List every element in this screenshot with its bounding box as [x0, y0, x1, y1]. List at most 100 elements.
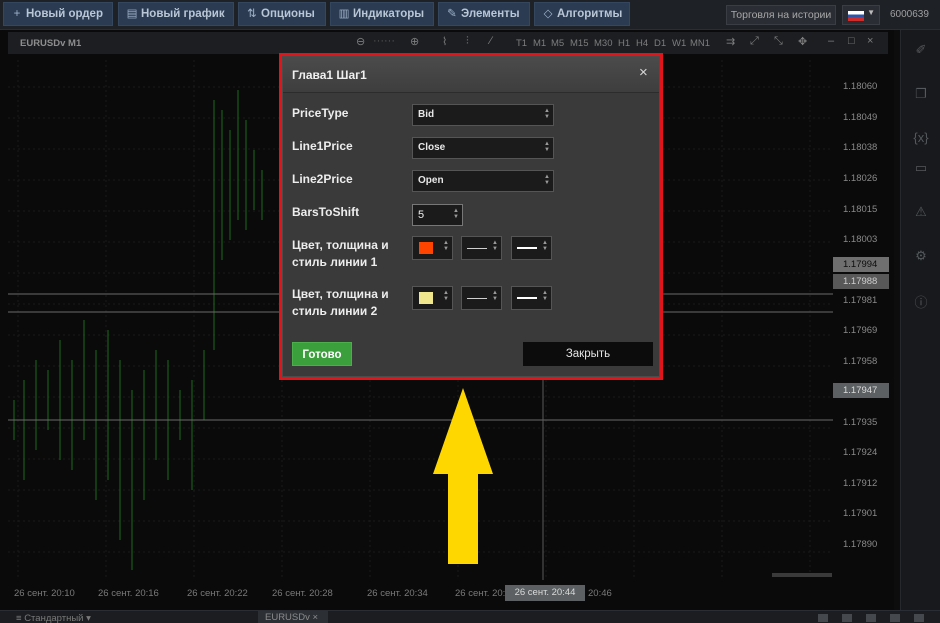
tf-m1[interactable]: M1	[533, 38, 546, 49]
variables-icon[interactable]: {x}	[913, 130, 929, 146]
line1-price-label: Line1Price	[292, 139, 353, 153]
zoom-in-icon[interactable]: ⊕	[410, 35, 419, 48]
layout-rows-icon[interactable]	[890, 614, 900, 622]
price-label: 1.17958	[843, 356, 878, 367]
layout-columns-icon[interactable]	[866, 614, 876, 622]
line2-price-select[interactable]: Open ▲ ▼	[412, 170, 554, 192]
select-arrows-icon: ▲ ▼	[542, 240, 548, 252]
stepper-arrows-icon[interactable]: ▲ ▼	[453, 208, 459, 220]
tf-h4[interactable]: H4	[636, 38, 648, 49]
tf-mn1[interactable]: MN1	[690, 38, 710, 49]
select-arrows-icon: ▲ ▼	[544, 174, 550, 186]
price-label: 1.18038	[843, 142, 878, 153]
trendline-icon[interactable]: ∕	[490, 35, 492, 47]
right-tool-panel: ✐ ❐ {x} ▭ ⚠ ⚙ ⓘ	[900, 30, 940, 610]
price-label: 1.18015	[843, 204, 878, 215]
line2-color-swatch	[419, 292, 433, 304]
history-trading-button[interactable]: Торговля на истории	[726, 5, 836, 25]
options-button[interactable]: ⇅ Опционы	[238, 2, 326, 26]
layout-grid-icon[interactable]	[842, 614, 852, 622]
line2-width-select[interactable]: ▲ ▼	[461, 286, 502, 310]
line2-price-label: Line2Price	[292, 172, 353, 186]
line1-color-swatch	[419, 242, 433, 254]
gear-icon[interactable]: ⚙	[913, 248, 929, 264]
template-select[interactable]: ≡ Стандартный ▾	[16, 613, 91, 623]
line1-color-picker[interactable]: ▲ ▼	[412, 236, 453, 260]
tf-h1[interactable]: H1	[618, 38, 630, 49]
chevron-down-icon: ▼	[867, 8, 875, 17]
bars-to-shift-input[interactable]: 5 ▲ ▼	[412, 204, 463, 226]
tf-t1[interactable]: T1	[516, 38, 527, 49]
flag-icon	[848, 11, 864, 21]
bars-to-shift-label: BarsToShift	[292, 205, 360, 219]
expand-icon[interactable]: ✥	[798, 35, 807, 48]
language-select[interactable]: ▼	[842, 5, 880, 25]
annotation-arrow-icon	[433, 388, 493, 564]
line1-style-label: Цвет, толщина и стиль линии 1	[292, 238, 389, 269]
select-arrows-icon: ▲ ▼	[544, 108, 550, 120]
chart-tab[interactable]: EURUSDv ×	[258, 611, 328, 623]
tf-m5[interactable]: M5	[551, 38, 564, 49]
select-arrows-icon: ▲ ▼	[443, 290, 449, 302]
maximize-icon[interactable]: □	[848, 35, 855, 47]
new-order-button[interactable]: + Новый ордер	[3, 2, 113, 26]
layout-single-icon[interactable]	[818, 614, 828, 622]
tf-d1[interactable]: D1	[654, 38, 666, 49]
tf-m30[interactable]: M30	[594, 38, 612, 49]
line2-style-label: Цвет, толщина и стиль линии 2	[292, 287, 389, 318]
new-chart-button[interactable]: ▤ Новый график	[118, 2, 234, 26]
line-width-icon	[467, 248, 487, 249]
line1-price-select[interactable]: Close ▲ ▼	[412, 137, 554, 159]
close-chart-icon[interactable]: ×	[867, 35, 873, 47]
price-label: 1.18060	[843, 81, 878, 92]
warning-icon[interactable]: ⚠	[913, 204, 929, 220]
minimize-icon[interactable]: –	[828, 35, 834, 47]
price-label: 1.18026	[843, 173, 878, 184]
line1-width-select[interactable]: ▲ ▼	[461, 236, 502, 260]
price-label: 1.17981	[843, 295, 878, 306]
line2-color-picker[interactable]: ▲ ▼	[412, 286, 453, 310]
select-arrows-icon: ▲ ▼	[492, 290, 498, 302]
chart-icon: ▤	[126, 8, 138, 20]
cursor-icon[interactable]: ⌇	[442, 35, 447, 48]
algorithms-icon: ◇	[543, 8, 553, 20]
dialog-title: Глава1 Шаг1	[292, 68, 367, 82]
line-style-icon	[517, 247, 537, 249]
layout-tabs-icon[interactable]	[914, 614, 924, 622]
close-button[interactable]: Закрыть	[523, 342, 653, 366]
line1-style-select[interactable]: ▲ ▼	[511, 236, 552, 260]
bottom-bar: ≡ Стандартный ▾ EURUSDv ×	[0, 610, 940, 623]
info-icon[interactable]: ⓘ	[913, 292, 929, 310]
indicator-settings-icon[interactable]: ⇉	[726, 35, 735, 48]
tf-m15[interactable]: M15	[570, 38, 588, 49]
copy-icon[interactable]: ❐	[913, 86, 929, 102]
eraser-icon[interactable]: ✐	[913, 42, 929, 58]
price-label: 1.17969	[843, 325, 878, 336]
elements-button[interactable]: ✎ Элементы	[438, 2, 530, 26]
terminal-icon[interactable]: ▭	[913, 160, 929, 176]
draw-icon[interactable]: ⤢	[750, 35, 759, 48]
indicators-button[interactable]: ▥ Индикаторы	[330, 2, 434, 26]
period-separator-icon[interactable]: ⫶	[466, 35, 469, 48]
zoom-out-icon[interactable]: ⊖	[356, 35, 365, 48]
select-arrows-icon: ▲ ▼	[492, 240, 498, 252]
tf-w1[interactable]: W1	[672, 38, 686, 49]
chart-header: EURUSDv M1 ⊖ ······ ⊕ ⌇ ⫶ ∕ T1 M1 M5 M15…	[8, 32, 888, 54]
time-label: 26 сент. 20:22	[187, 588, 248, 599]
crosshair-price-tag: 1.17947	[833, 383, 889, 398]
horizontal-scrollbar[interactable]	[772, 573, 832, 577]
price-type-label: PriceType	[292, 106, 349, 120]
price-label: 1.17912	[843, 478, 878, 489]
ok-button[interactable]: Готово	[292, 342, 352, 366]
fit-icon[interactable]: ⤡	[774, 35, 783, 48]
zoom-slider[interactable]: ······	[373, 35, 395, 47]
line2-style-select[interactable]: ▲ ▼	[511, 286, 552, 310]
dialog-title-bar[interactable]: Глава1 Шаг1 ×	[283, 57, 659, 93]
time-label: 20:46	[588, 588, 612, 599]
select-arrows-icon: ▲ ▼	[443, 240, 449, 252]
price-type-select[interactable]: Bid ▲ ▼	[412, 104, 554, 126]
algorithms-button[interactable]: ◇ Алгоритмы	[534, 2, 630, 26]
main-toolbar: + Новый ордер ▤ Новый график ⇅ Опционы ▥ Инд…	[0, 0, 940, 30]
time-label: 26 сент. 20:34	[367, 588, 428, 599]
close-icon[interactable]: ×	[639, 64, 648, 81]
